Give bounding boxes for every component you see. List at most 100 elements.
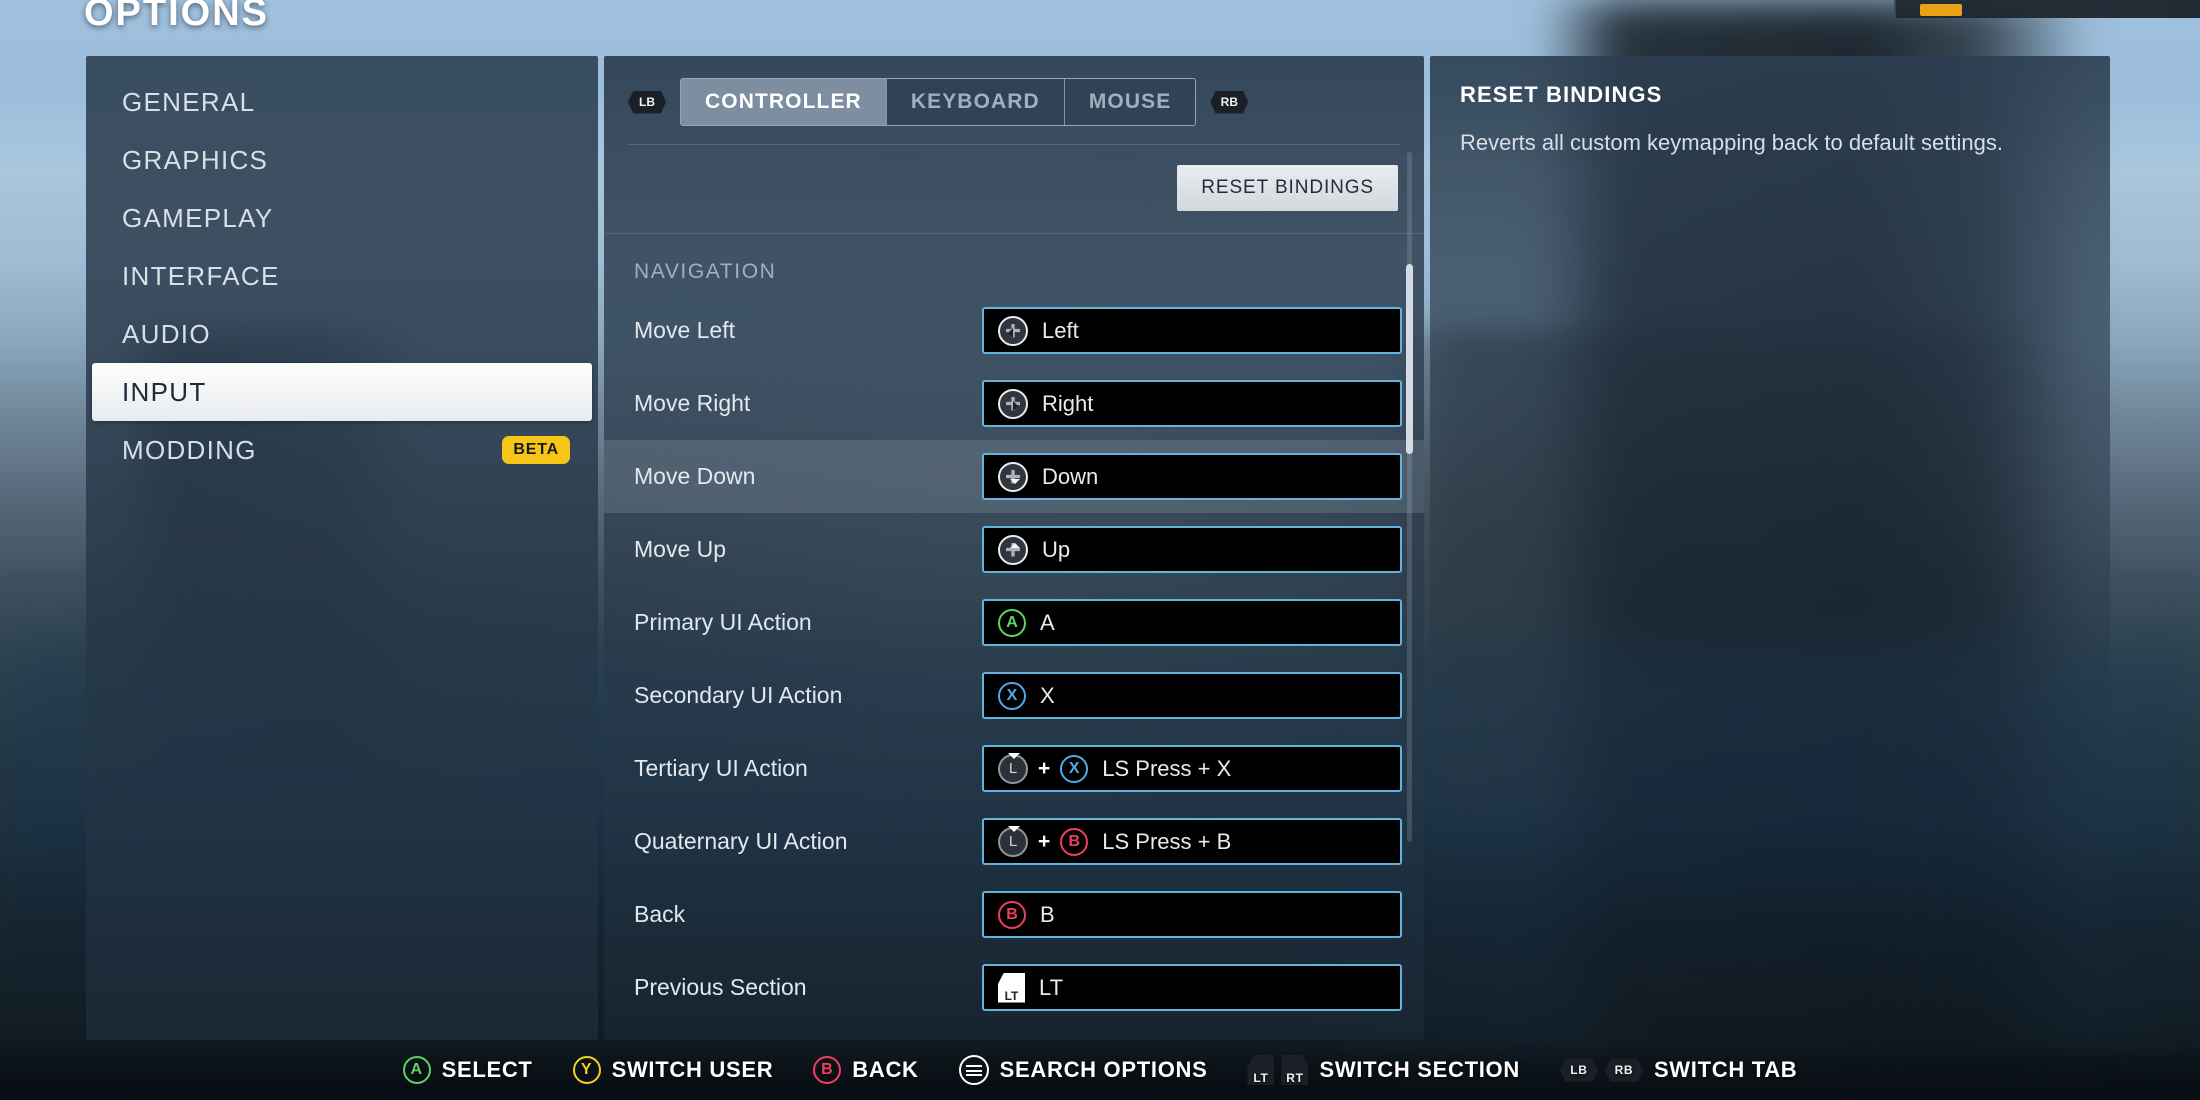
action-switch-tab[interactable]: LB RB SWITCH TAB	[1559, 1057, 1798, 1083]
action-glyphs: LT RT	[1247, 1055, 1309, 1085]
sidebar-item-label: MODDING	[122, 434, 257, 465]
content-scrollbar[interactable]	[1406, 152, 1413, 842]
button-a-icon: A	[998, 608, 1026, 637]
sidebar-item-modding[interactable]: MODDING BETA	[86, 421, 598, 479]
binding-label: Back	[634, 901, 686, 927]
binding-value-field[interactable]: Right	[982, 380, 1402, 427]
binding-value-field[interactable]: Down	[982, 453, 1402, 500]
action-switch-user[interactable]: Y SWITCH USER	[572, 1056, 774, 1084]
binding-value-field[interactable]: AA	[982, 599, 1402, 646]
sidebar-item-audio[interactable]: AUDIO	[86, 305, 598, 363]
hud-remnant	[1894, 0, 2200, 18]
binding-row[interactable]: Move Down Down	[604, 440, 1424, 513]
action-label: BACK	[852, 1057, 919, 1082]
dpad-arrow-icon	[1010, 478, 1020, 489]
binding-value-field[interactable]: XX	[982, 672, 1402, 719]
binding-label: Quaternary UI Action	[634, 828, 848, 854]
sidebar-item-label: GENERAL	[122, 86, 256, 117]
binding-label: Move Up	[634, 536, 727, 562]
binding-value-field[interactable]: BB	[982, 891, 1402, 938]
left-stick-press-icon: L	[998, 752, 1028, 784]
binding-row[interactable]: Secondary UI Action X X	[604, 659, 1424, 732]
button-y-icon: Y	[572, 1056, 601, 1084]
info-description: Reverts all custom keymapping back to de…	[1460, 130, 2003, 155]
binding-row[interactable]: Move Up Up	[604, 513, 1424, 586]
beta-badge: BETA	[502, 436, 570, 464]
page-title: OPTIONS	[84, 0, 270, 34]
action-label: SWITCH USER	[611, 1057, 774, 1082]
menu-icon	[958, 1055, 989, 1085]
action-glyphs	[958, 1055, 989, 1085]
tab-bar: LB CONTROLLER KEYBOARD MOUSE RB	[604, 56, 1424, 126]
bindings-list: Move Left Left Move Right Right Move Down Dow…	[604, 294, 1424, 1024]
binding-label: Previous Section	[634, 974, 807, 1000]
action-glyphs: A	[402, 1056, 431, 1084]
binding-value-field[interactable]: L + B LS Press + B	[982, 818, 1402, 865]
sidebar-item-label: GRAPHICS	[122, 144, 269, 175]
plus-separator: +	[1038, 756, 1051, 780]
binding-row[interactable]: Previous Section LT LT	[604, 951, 1424, 1024]
binding-value-field[interactable]: LT LT	[982, 964, 1402, 1011]
action-select[interactable]: A SELECT	[402, 1056, 533, 1084]
left-stick-press-icon: L	[998, 825, 1028, 857]
lb-bumper-icon[interactable]: LB	[628, 90, 666, 114]
binding-value-text: Up	[1042, 536, 1071, 562]
binding-value-text: B	[1040, 901, 1055, 927]
binding-value-field[interactable]: Left	[982, 307, 1402, 354]
action-switch-section[interactable]: LT RT SWITCH SECTION	[1247, 1055, 1519, 1085]
tab-controller[interactable]: CONTROLLER	[681, 79, 887, 125]
action-label: SEARCH OPTIONS	[999, 1057, 1208, 1082]
button-a-icon: A	[402, 1056, 431, 1084]
sidebar-item-label: GAMEPLAY	[122, 202, 274, 233]
binding-row[interactable]: Move Left Left	[604, 294, 1424, 367]
button-b-icon: B	[998, 900, 1026, 929]
action-back[interactable]: B BACK	[813, 1056, 918, 1084]
plus-separator: +	[1038, 829, 1051, 853]
dpad-arrow-icon	[1013, 400, 1023, 411]
action-label: SWITCH TAB	[1653, 1057, 1798, 1082]
binding-label: Move Right	[634, 390, 751, 416]
action-glyphs: Y	[572, 1056, 601, 1084]
binding-row[interactable]: Tertiary UI Action L + X LS Press + X	[604, 732, 1424, 805]
reset-row: RESET BINDINGS	[604, 145, 1424, 211]
dpad-left-icon	[998, 315, 1028, 346]
reset-bindings-button[interactable]: RESET BINDINGS	[1177, 165, 1398, 211]
sidebar-item-label: AUDIO	[122, 318, 211, 349]
sidebar-item-graphics[interactable]: GRAPHICS	[86, 131, 598, 189]
sidebar-item-input[interactable]: INPUT	[92, 363, 592, 421]
binding-row[interactable]: Primary UI Action A A	[604, 586, 1424, 659]
info-panel: RESET BINDINGS Reverts all custom keymap…	[1430, 56, 2110, 1040]
action-search-options[interactable]: SEARCH OPTIONS	[958, 1055, 1208, 1085]
tab-mouse[interactable]: MOUSE	[1064, 79, 1196, 125]
input-device-tabs: CONTROLLER KEYBOARD MOUSE	[680, 78, 1197, 126]
section-header-navigation: NAVIGATION	[634, 260, 777, 283]
binding-row[interactable]: Back B B	[604, 878, 1424, 951]
action-bar: A SELECT Y SWITCH USER B BACK SEARCH OPTIONS LT…	[0, 1040, 2200, 1100]
binding-value-field[interactable]: Up	[982, 526, 1402, 573]
scrollbar-thumb[interactable]	[1406, 264, 1413, 454]
sidebar-item-interface[interactable]: INTERFACE	[86, 247, 598, 305]
binding-row[interactable]: Move Right Right	[604, 367, 1424, 440]
binding-value-text: Left	[1042, 317, 1079, 343]
dpad-up-icon	[998, 534, 1028, 565]
action-glyphs: LB RB	[1559, 1058, 1643, 1082]
sidebar: GENERAL GRAPHICS GAMEPLAY INTERFACE AUDIO INP…	[86, 56, 598, 1040]
lt-trigger-icon: LT	[998, 972, 1025, 1003]
binding-label: Move Down	[634, 463, 756, 489]
button-b-icon: B	[813, 1056, 842, 1084]
binding-label: Move Left	[634, 317, 735, 343]
sidebar-item-general[interactable]: GENERAL	[86, 73, 598, 131]
sidebar-item-gameplay[interactable]: GAMEPLAY	[86, 189, 598, 247]
action-glyphs: B	[813, 1056, 842, 1084]
binding-row[interactable]: Quaternary UI Action L + B LS Press + B	[604, 805, 1424, 878]
tab-keyboard[interactable]: KEYBOARD	[886, 79, 1065, 125]
dpad-arrow-icon	[1003, 327, 1013, 338]
rt-trigger-icon: RT	[1281, 1055, 1309, 1085]
rb-bumper-icon: RB	[1604, 1058, 1643, 1082]
binding-value-field[interactable]: L + X LS Press + X	[982, 745, 1402, 792]
rb-bumper-icon[interactable]: RB	[1210, 90, 1249, 114]
binding-label: Tertiary UI Action	[634, 755, 808, 781]
button-x-icon: X	[998, 681, 1026, 710]
lb-bumper-icon: LB	[1559, 1058, 1598, 1082]
sidebar-top-spacer	[86, 56, 598, 73]
